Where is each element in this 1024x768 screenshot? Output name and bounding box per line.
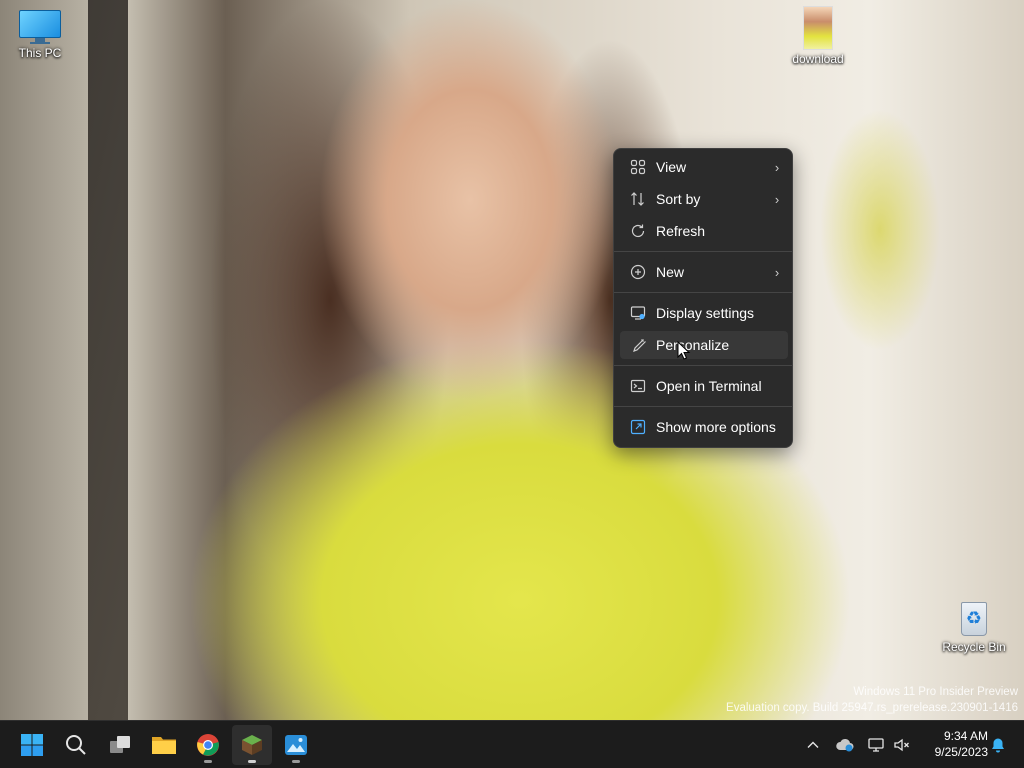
bell-icon <box>992 738 1004 753</box>
desktop-icon-label: Recycle Bin <box>942 640 1006 654</box>
wallpaper-detail <box>88 0 128 720</box>
recycle-bin-icon: ♻ <box>958 598 990 638</box>
menu-item-label: View <box>656 159 687 175</box>
tray-onedrive-button[interactable] <box>832 725 858 765</box>
desktop-icon-this-pc[interactable]: This PC <box>2 10 78 60</box>
windows-start-icon <box>21 734 43 756</box>
menu-item-view[interactable]: View › <box>620 153 788 181</box>
menu-item-label: Show more options <box>656 419 776 435</box>
taskbar-minecraft-button[interactable] <box>232 725 272 765</box>
taskbar: 9:34 AM 9/25/2023 <box>0 720 1024 768</box>
minecraft-icon <box>242 735 262 755</box>
tray-clock[interactable]: 9:34 AM 9/25/2023 <box>918 728 988 760</box>
desktop-icon-download[interactable]: download <box>780 6 856 66</box>
plus-circle-icon <box>620 264 656 280</box>
menu-item-label: New <box>656 264 685 280</box>
chevron-right-icon: › <box>774 264 780 280</box>
refresh-icon <box>620 223 656 239</box>
evaluation-watermark: Windows 11 Pro Insider Preview Evaluatio… <box>726 684 1018 716</box>
menu-item-display-settings[interactable]: Display settings <box>620 299 788 327</box>
menu-item-show-more-options[interactable]: Show more options <box>620 413 788 441</box>
menu-item-personalize[interactable]: Personalize <box>620 331 788 359</box>
running-indicator <box>292 760 300 763</box>
menu-item-label: Refresh <box>656 223 706 239</box>
terminal-icon <box>620 378 656 394</box>
volume-muted-icon <box>894 738 909 752</box>
tray-time: 9:34 AM <box>943 729 988 743</box>
menu-separator <box>614 365 792 366</box>
brush-icon <box>620 337 656 353</box>
taskbar-photos-button[interactable] <box>276 725 316 765</box>
tray-network-volume-button[interactable] <box>862 725 916 765</box>
watermark-line-1: Windows 11 Pro Insider Preview <box>853 686 1018 698</box>
menu-item-label: Sort by <box>656 191 701 207</box>
search-icon <box>66 735 86 755</box>
more-options-icon <box>620 419 656 435</box>
chevron-right-icon: › <box>774 191 780 207</box>
folder-icon <box>152 737 176 754</box>
menu-item-label: Personalize <box>656 337 730 353</box>
desktop-icon-label: download <box>792 52 844 66</box>
menu-item-label: Display settings <box>656 305 755 321</box>
chevron-up-icon <box>807 741 819 748</box>
task-view-icon <box>110 736 130 753</box>
network-icon <box>868 738 884 752</box>
chevron-right-icon: › <box>774 159 780 175</box>
desktop-wallpaper[interactable] <box>0 0 1024 720</box>
menu-item-new[interactable]: New › <box>620 258 788 286</box>
running-indicator <box>248 760 256 763</box>
grid-view-icon <box>620 159 656 175</box>
menu-separator <box>614 251 792 252</box>
image-thumbnail-icon <box>803 6 833 50</box>
desktop-context-menu: View › Sort by › Refresh New › Display s… <box>613 148 793 448</box>
menu-item-open-in-terminal[interactable]: Open in Terminal <box>620 372 788 400</box>
taskbar-file-explorer-button[interactable] <box>144 725 184 765</box>
tray-notifications-button[interactable] <box>986 725 1010 765</box>
chrome-icon <box>197 734 219 756</box>
menu-item-label: Open in Terminal <box>656 378 762 394</box>
photos-icon <box>285 735 307 755</box>
running-indicator <box>204 760 212 763</box>
sort-icon <box>620 191 656 207</box>
monitor-icon <box>19 10 61 44</box>
watermark-line-2: Evaluation copy. Build 25947.rs_prerelea… <box>726 702 1018 714</box>
display-settings-icon <box>620 305 656 321</box>
taskbar-chrome-button[interactable] <box>188 725 228 765</box>
mouse-cursor-icon <box>677 341 691 360</box>
tray-date: 9/25/2023 <box>934 745 988 759</box>
onedrive-cloud-icon <box>836 738 854 752</box>
tray-show-hidden-icons-button[interactable] <box>800 725 826 765</box>
taskbar-search-button[interactable] <box>56 725 96 765</box>
menu-separator <box>614 406 792 407</box>
menu-item-sort-by[interactable]: Sort by › <box>620 185 788 213</box>
desktop-icon-label: This PC <box>18 46 62 60</box>
menu-item-refresh[interactable]: Refresh <box>620 217 788 245</box>
taskbar-task-view-button[interactable] <box>100 725 140 765</box>
menu-separator <box>614 292 792 293</box>
desktop-icon-recycle-bin[interactable]: ♻ Recycle Bin <box>936 598 1012 654</box>
taskbar-start-button[interactable] <box>12 725 52 765</box>
